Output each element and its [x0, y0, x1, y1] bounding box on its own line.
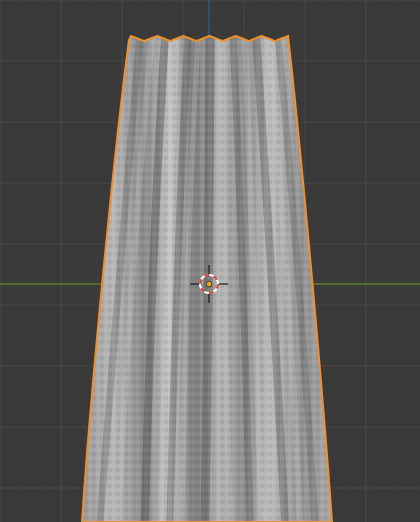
3d-viewport[interactable] — [0, 0, 420, 522]
viewport-canvas[interactable] — [0, 0, 420, 522]
object-origin-dot — [206, 281, 212, 287]
